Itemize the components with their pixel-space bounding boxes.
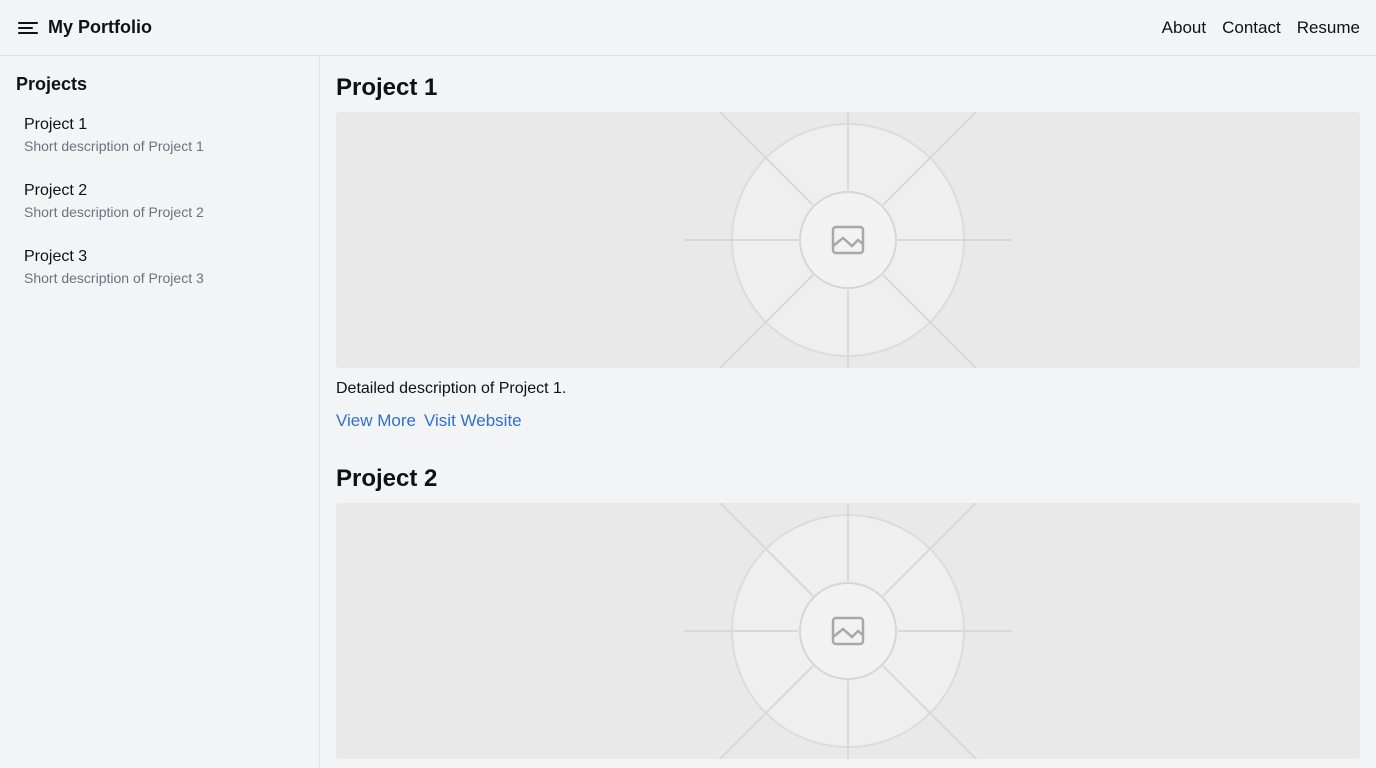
app-title: My Portfolio — [48, 17, 152, 37]
sidebar-item-name: Project 2 — [24, 182, 88, 199]
sidebar-title: Projects — [16, 74, 88, 94]
nav-about-link[interactable]: About — [1162, 18, 1206, 38]
hamburger-menu-icon[interactable] — [18, 18, 38, 38]
image-placeholder-icon — [336, 112, 1360, 368]
sidebar-item-description: Short description of Project 2 — [24, 204, 204, 220]
sidebar-item-description: Short description of Project 1 — [24, 138, 204, 154]
project-title: Project 2 — [336, 465, 438, 492]
view-more-link[interactable]: View More — [336, 411, 416, 431]
image-placeholder-icon — [336, 503, 1360, 759]
sidebar-item-name: Project 3 — [24, 248, 88, 265]
project-section-2: Project 2 — [336, 465, 1360, 759]
top-nav: About Contact Resume — [1162, 18, 1360, 38]
nav-contact-link[interactable]: Contact — [1222, 18, 1281, 38]
sidebar-item-description: Short description of Project 3 — [24, 270, 204, 286]
sidebar-item-project-2[interactable]: Project 2 Short description of Project 2 — [16, 173, 303, 231]
sidebar-item-project-1[interactable]: Project 1 Short description of Project 1 — [16, 107, 303, 165]
main-content: Project 1 Detailed description of Projec… — [320, 56, 1376, 768]
project-title: Project 1 — [336, 74, 438, 101]
nav-resume-link[interactable]: Resume — [1297, 18, 1360, 38]
project-links: View More Visit Website — [336, 411, 1360, 431]
sidebar-item-project-3[interactable]: Project 3 Short description of Project 3 — [16, 239, 303, 297]
top-navbar: My Portfolio About Contact Resume — [0, 0, 1376, 56]
project-detail: Detailed description of Project 1. — [336, 380, 567, 397]
project-image-placeholder — [336, 112, 1360, 368]
sidebar-item-name: Project 1 — [24, 116, 88, 133]
project-section-1: Project 1 Detailed description of Projec… — [336, 74, 1360, 431]
visit-website-link[interactable]: Visit Website — [424, 411, 522, 431]
project-image-placeholder — [336, 503, 1360, 759]
brand: My Portfolio — [18, 17, 152, 38]
sidebar: Projects Project 1 Short description of … — [0, 56, 320, 768]
